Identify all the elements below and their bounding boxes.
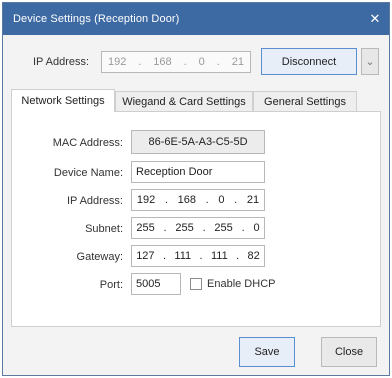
enable-dhcp-label[interactable]: Enable DHCP: [207, 278, 275, 290]
ip-octet: 192: [136, 194, 156, 206]
ip-address-field[interactable]: 192 . 168 . 0 . 21: [131, 189, 265, 211]
title-bar[interactable]: Device Settings (Reception Door) ✕: [3, 3, 389, 35]
gateway-octet: 111: [210, 250, 228, 262]
ip-separator: .: [162, 250, 166, 262]
gateway-octet: 127: [136, 250, 155, 262]
tab-network-settings[interactable]: Network Settings: [11, 89, 115, 112]
ip-octet: 168: [153, 56, 172, 68]
dialog-footer: Save Close: [3, 327, 389, 375]
ip-octet: 168: [177, 194, 196, 206]
ip-separator: .: [234, 194, 238, 206]
ip-separator: .: [199, 250, 203, 262]
close-icon[interactable]: ✕: [365, 9, 385, 29]
ip-separator: .: [163, 222, 167, 234]
ip-separator: .: [164, 194, 168, 206]
ip-separator: .: [202, 222, 206, 234]
ip-separator: .: [205, 194, 209, 206]
gateway-octet: 82: [247, 250, 260, 262]
top-ip-field[interactable]: 192 . 168 . 0 . 21: [101, 51, 251, 73]
subnet-octet: 255: [214, 222, 233, 234]
ip-octet: 0: [198, 56, 205, 68]
tab-wiegand-card-settings[interactable]: Wiegand & Card Settings: [115, 91, 253, 111]
ip-octet: 21: [246, 194, 260, 206]
ip-octet: 0: [218, 194, 225, 206]
ip-separator: .: [183, 56, 187, 68]
subnet-field[interactable]: 255 . 255 . 255 . 0: [131, 217, 265, 239]
gateway-field[interactable]: 127 . 111 . 111 . 82: [131, 245, 265, 267]
subnet-label: Subnet:: [85, 223, 123, 235]
close-button[interactable]: Close: [321, 337, 377, 367]
device-name-input[interactable]: Reception Door: [131, 161, 265, 183]
port-input[interactable]: 5005: [131, 273, 181, 295]
chevron-down-icon[interactable]: ⌄: [361, 48, 379, 75]
subnet-octet: 255: [136, 222, 155, 234]
mac-address-field: 86-6E-5A-A3-C5-5D: [131, 130, 265, 154]
ip-separator: .: [236, 250, 240, 262]
ip-separator: .: [138, 56, 142, 68]
top-ip-label: IP Address:: [33, 56, 90, 68]
enable-dhcp-checkbox[interactable]: [190, 278, 202, 290]
tab-general-settings[interactable]: General Settings: [253, 91, 357, 111]
subnet-octet: 0: [253, 222, 260, 234]
ip-separator: .: [216, 56, 220, 68]
port-label: Port:: [99, 279, 123, 291]
network-settings-panel: MAC Address: 86-6E-5A-A3-C5-5D Device Na…: [11, 111, 381, 327]
subnet-octet: 255: [175, 222, 194, 234]
disconnect-button[interactable]: Disconnect: [261, 48, 357, 75]
gateway-octet: 111: [174, 250, 192, 262]
window-title: Device Settings (Reception Door): [13, 13, 180, 25]
device-settings-dialog: Device Settings (Reception Door) ✕ IP Ad…: [2, 2, 390, 376]
save-button[interactable]: Save: [239, 337, 295, 367]
ip-octet: 21: [231, 56, 244, 68]
connection-bar: IP Address: 192 . 168 . 0 . 21 Disconnec…: [3, 43, 389, 79]
mac-address-label: MAC Address:: [52, 137, 123, 149]
device-name-label: Device Name:: [53, 167, 123, 179]
ip-separator: .: [241, 222, 245, 234]
ip-octet: 192: [107, 56, 127, 68]
settings-tabs: Network Settings Wiegand & Card Settings…: [11, 89, 381, 112]
ip-address-label: IP Address:: [66, 195, 123, 207]
gateway-label: Gateway:: [76, 251, 123, 263]
